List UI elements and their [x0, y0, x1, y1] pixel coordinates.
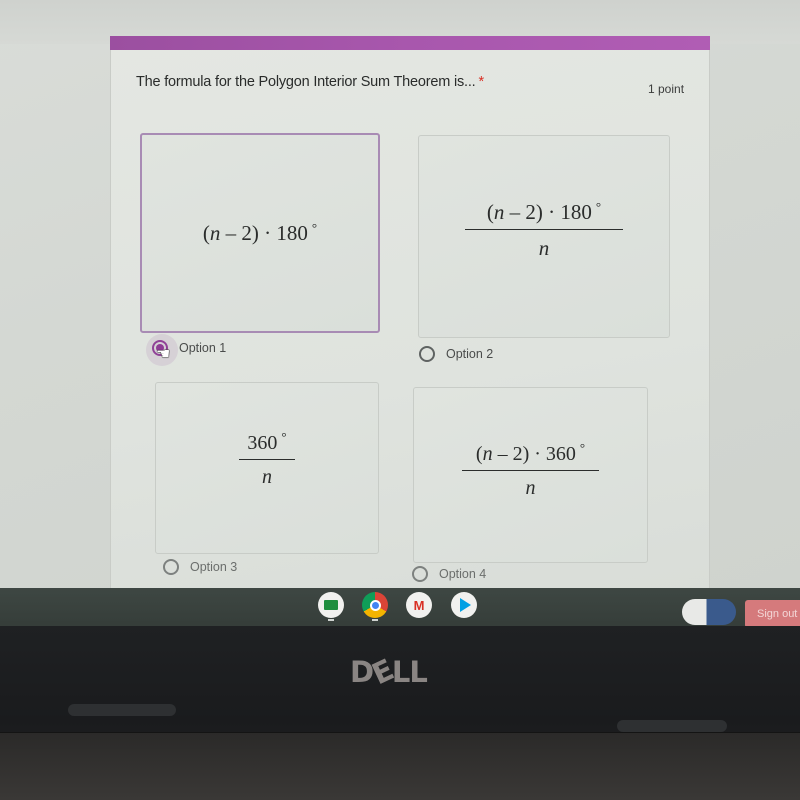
hinge-left [68, 704, 176, 716]
formula-1: (n – 2) · 180 ° [202, 220, 318, 245]
chromeos-shelf [0, 588, 800, 628]
running-indicator [328, 619, 334, 621]
laptop-base [0, 732, 800, 800]
form-accent-bar [110, 36, 710, 50]
question-title: The formula for the Polygon Interior Sum… [136, 74, 484, 90]
chrome-icon[interactable] [362, 592, 388, 618]
option-image-3[interactable]: 360 ° n [155, 382, 379, 554]
hinge-right [617, 720, 727, 732]
option-2-radio[interactable] [419, 346, 435, 362]
status-tray[interactable] [682, 599, 736, 625]
option-image-1[interactable]: (n – 2) · 180 ° [140, 133, 380, 333]
option-4-radio-row[interactable]: Option 4 [412, 566, 486, 582]
option-3-label: Option 3 [190, 560, 238, 574]
option-2-radio-row[interactable]: Option 2 [419, 346, 493, 362]
running-indicator [372, 619, 378, 621]
option-image-4[interactable]: (n – 2) · 360 ° n [413, 387, 648, 563]
option-2-label: Option 2 [446, 347, 494, 361]
hand-cursor-icon: ☚ [156, 346, 171, 363]
option-3-radio-row[interactable]: Option 3 [163, 559, 237, 575]
gmail-icon[interactable]: M [406, 592, 432, 618]
option-3-radio[interactable] [163, 559, 179, 575]
option-4-radio[interactable] [412, 566, 428, 582]
play-store-icon[interactable] [451, 592, 477, 618]
option-4-label: Option 4 [439, 567, 487, 581]
required-marker: * [478, 74, 485, 90]
formula-4: (n – 2) · 360 ° n [461, 440, 600, 500]
question-text: The formula for the Polygon Interior Sum… [136, 74, 476, 90]
formula-2: (n – 2) · 180 ° n [464, 199, 624, 261]
option-1-label: Option 1 [179, 341, 227, 355]
question-points: 1 point [648, 82, 685, 96]
classroom-icon[interactable] [318, 592, 344, 618]
dell-logo: DELL [350, 652, 428, 692]
formula-3: 360 ° n [239, 429, 295, 489]
option-image-2[interactable]: (n – 2) · 180 ° n [418, 135, 670, 338]
sign-out-button[interactable]: Sign out [745, 600, 800, 628]
